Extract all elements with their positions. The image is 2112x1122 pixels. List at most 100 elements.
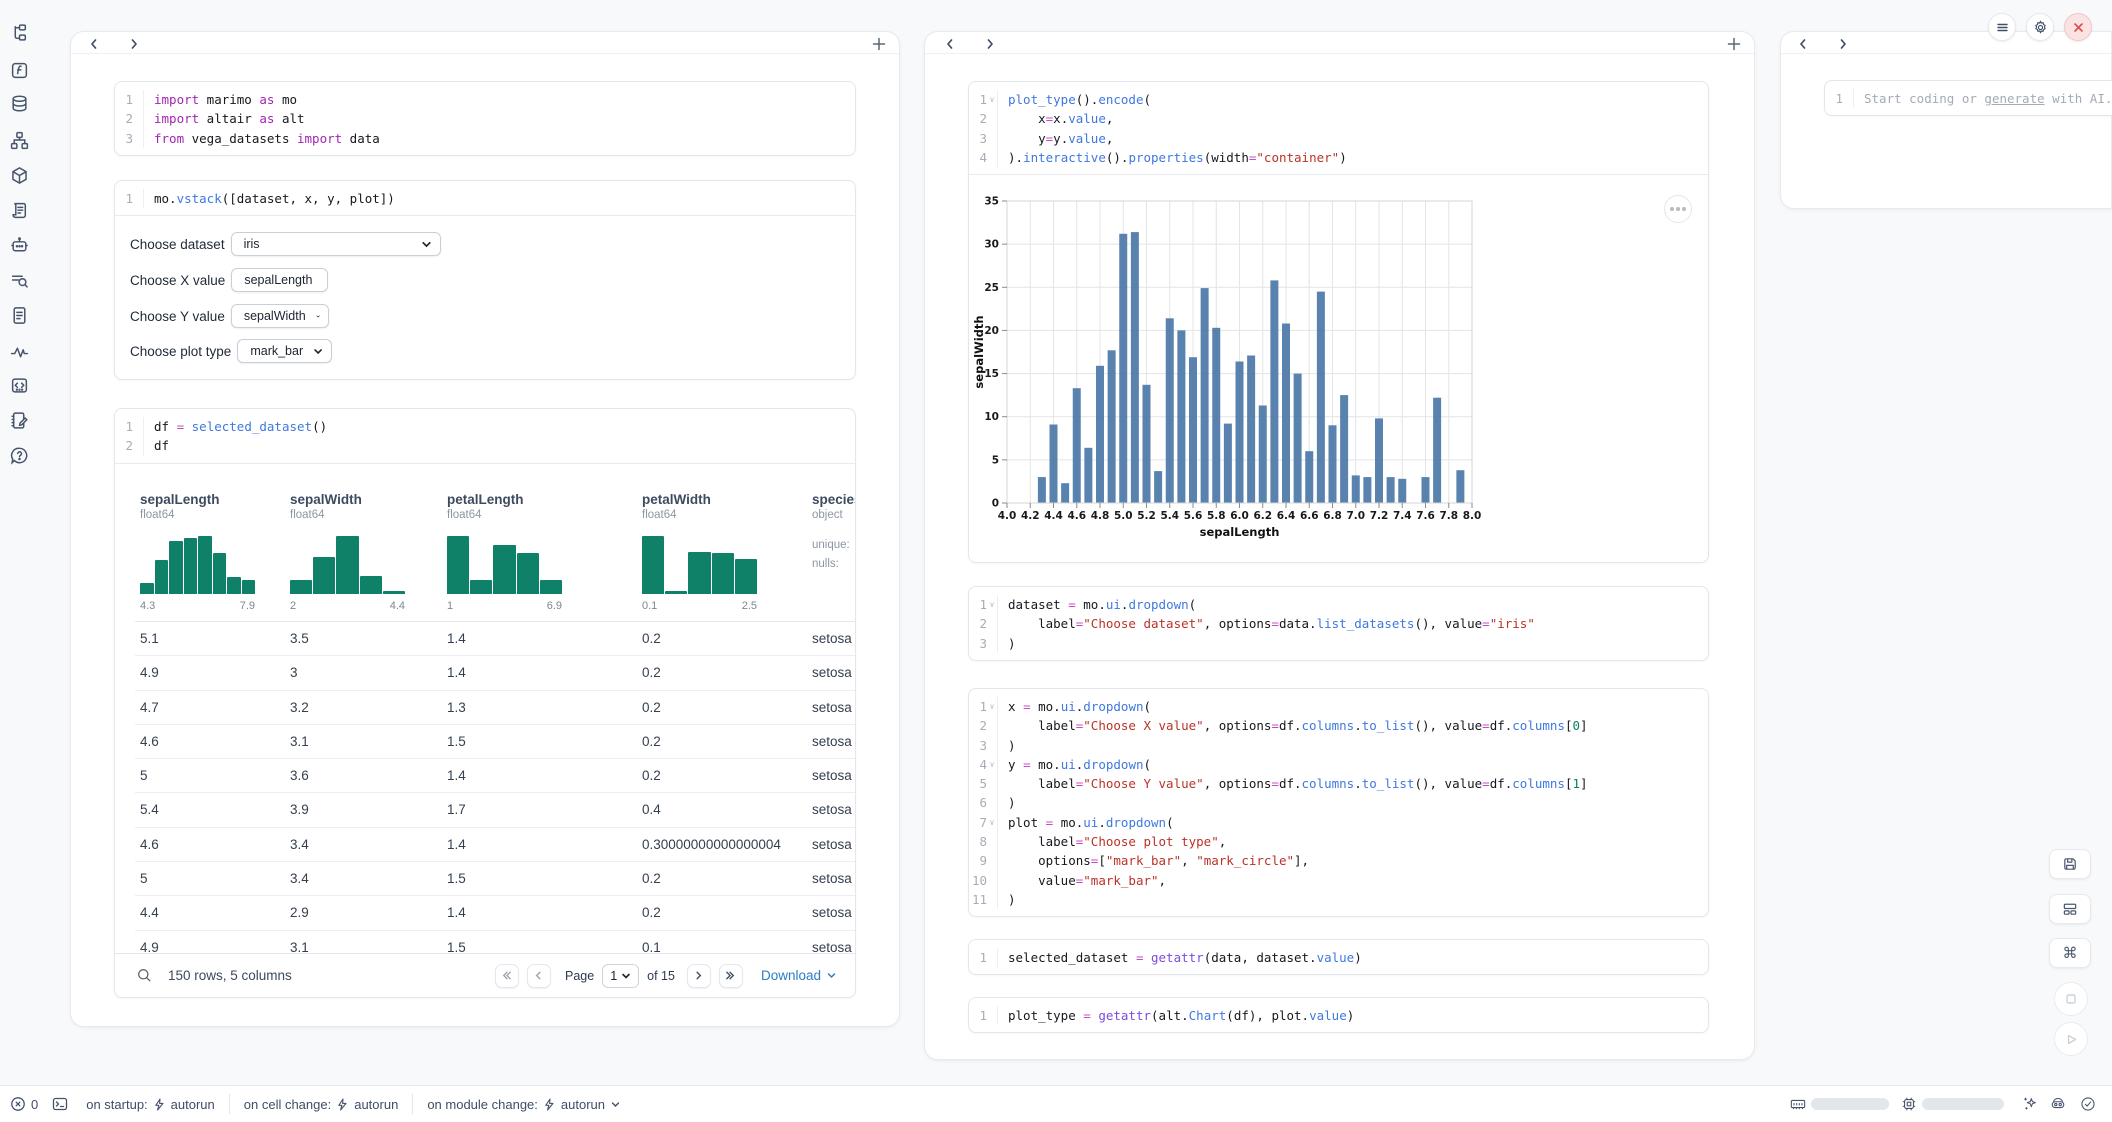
settings-button[interactable] <box>2026 13 2054 41</box>
chart-actions-button[interactable] <box>1664 195 1692 223</box>
column-header[interactable]: petalLengthfloat6416.9 <box>442 461 637 621</box>
table-row[interactable]: 5.43.91.70.4setosa <box>135 793 855 827</box>
prev-page-button[interactable] <box>527 964 551 988</box>
next-page-button[interactable] <box>687 964 711 988</box>
code-placeholder[interactable]: Start coding or generate with AI. <box>1854 89 2112 108</box>
memory-usage[interactable] <box>1790 1096 1889 1112</box>
code-cell-dataframe: 1df = selected_dataset()2df sepalLengthf… <box>114 408 856 998</box>
copilot-icon <box>2050 1096 2066 1112</box>
code-editor[interactable]: 1df = selected_dataset()2df <box>115 409 855 464</box>
keyboard-shortcuts-button[interactable]: ⌘ <box>2049 938 2091 968</box>
tracebacks-icon[interactable] <box>10 271 29 290</box>
dropdown-select[interactable]: sepalLength <box>231 268 328 292</box>
page-select[interactable]: 1 <box>602 964 639 988</box>
variables-icon[interactable] <box>10 343 29 362</box>
empty-code-cell[interactable]: 1 Start coding or generate with AI. <box>1824 80 2112 116</box>
column-header[interactable]: speciesobjectunique:nulls: <box>807 461 855 621</box>
dropdown-select[interactable]: sepalWidth <box>231 304 329 328</box>
table-row[interactable]: 4.93.11.50.1setosa <box>135 931 855 955</box>
code-line: 2 label="Choose dataset", options=data.l… <box>969 614 1708 633</box>
datasources-icon[interactable] <box>10 94 29 113</box>
save-button[interactable] <box>2049 849 2091 879</box>
code-cell-selected-dataset[interactable]: 1selected_dataset = getattr(data, datase… <box>968 939 1709 975</box>
snippets-icon[interactable] <box>10 376 29 395</box>
column-move-right-button[interactable] <box>1836 37 1850 51</box>
last-page-button[interactable] <box>719 964 743 988</box>
table-row[interactable]: 4.63.41.40.30000000000000004setosa <box>135 828 855 862</box>
table-row[interactable]: 5.13.51.40.2setosa <box>135 622 855 656</box>
layout-toggle-button[interactable] <box>2049 894 2091 924</box>
dependency-graph-icon[interactable] <box>10 131 29 150</box>
packages-icon[interactable] <box>10 166 29 185</box>
cpu-usage[interactable] <box>1901 1096 2004 1112</box>
column-move-left-button[interactable] <box>87 37 101 51</box>
help-icon[interactable] <box>10 446 29 465</box>
copilot-status-button[interactable] <box>2050 1096 2066 1112</box>
logs-icon[interactable] <box>10 201 29 220</box>
documentation-icon[interactable] <box>10 306 29 325</box>
chevron-down-icon <box>621 971 631 981</box>
table-row[interactable]: 53.61.40.2setosa <box>135 759 855 793</box>
column-header[interactable]: sepalWidthfloat6424.4 <box>285 461 442 621</box>
terminal-button[interactable] <box>52 1096 68 1112</box>
chevron-right-icon <box>1836 37 1850 51</box>
table-cell: setosa <box>807 656 855 689</box>
scratchpad-icon[interactable] <box>10 411 29 430</box>
dropdown-select[interactable]: mark_bar <box>237 339 332 363</box>
plus-icon <box>871 36 887 52</box>
table-row[interactable]: 4.931.40.2setosa <box>135 656 855 690</box>
dropdown-row: Choose X valuesepalLength <box>130 268 328 292</box>
run-button[interactable] <box>2054 1022 2088 1056</box>
table-row[interactable]: 4.42.91.40.2setosa <box>135 896 855 930</box>
dropdown-select[interactable]: iris <box>231 232 441 256</box>
search-icon[interactable] <box>137 968 152 983</box>
ai-assist-button[interactable] <box>2022 1096 2038 1112</box>
column-header[interactable]: sepalLengthfloat644.37.9 <box>135 461 285 621</box>
error-count-badge[interactable]: 0 <box>10 1096 38 1112</box>
lightning-icon <box>336 1098 349 1111</box>
add-column-button[interactable] <box>871 36 887 52</box>
svg-text:20: 20 <box>984 325 999 337</box>
on-module-change-setting[interactable]: on module change: autorun <box>427 1097 621 1112</box>
file-tree-icon[interactable] <box>10 23 29 42</box>
code-cell-dataset-dropdown[interactable]: 1∨dataset = mo.ui.dropdown(2 label="Choo… <box>968 586 1709 661</box>
code-cell-imports[interactable]: 1import marimo as mo2import altair as al… <box>114 81 856 156</box>
line-number: 2 <box>969 614 987 633</box>
column-move-left-button[interactable] <box>1796 37 1810 51</box>
layout-icon <box>2062 901 2078 917</box>
column-header[interactable]: petalWidthfloat640.12.5 <box>637 461 807 621</box>
chevrons-left-icon <box>501 970 512 981</box>
column-move-right-button[interactable] <box>983 37 997 51</box>
on-cell-change-setting[interactable]: on cell change: autorun <box>244 1097 399 1112</box>
code-cell-plot-type[interactable]: 1plot_type = getattr(alt.Chart(df), plot… <box>968 997 1709 1033</box>
generate-with-ai-link[interactable]: generate <box>1984 91 2044 106</box>
table-row[interactable]: 4.63.11.50.2setosa <box>135 725 855 759</box>
download-button[interactable]: Download <box>761 968 837 983</box>
table-cell: 4.9 <box>135 656 285 689</box>
table-row[interactable]: 4.73.21.30.2setosa <box>135 691 855 725</box>
code-editor[interactable]: 1mo.vstack([dataset, x, y, plot]) <box>115 181 855 216</box>
functions-icon[interactable] <box>10 61 29 80</box>
first-page-button[interactable] <box>495 964 519 988</box>
line-number: 3 <box>969 634 987 653</box>
menu-button[interactable] <box>1988 13 2016 41</box>
code-editor[interactable]: 1∨plot_type().encode(2 x=x.value,3 y=y.v… <box>969 82 1708 175</box>
svg-text:7.8: 7.8 <box>1439 510 1458 522</box>
line-number: 1 <box>969 948 987 967</box>
table-row[interactable]: 53.41.50.2setosa <box>135 862 855 896</box>
bar-chart[interactable]: 4.04.24.44.64.85.05.25.45.65.86.06.26.46… <box>969 179 1709 563</box>
add-column-button[interactable] <box>1726 36 1742 52</box>
lightning-icon <box>543 1098 556 1111</box>
ai-chat-icon[interactable] <box>10 236 29 255</box>
code-cell-xy-plot-dropdowns[interactable]: 1∨x = mo.ui.dropdown(2 label="Choose X v… <box>968 688 1709 917</box>
on-startup-setting[interactable]: on startup: autorun <box>86 1097 215 1112</box>
column-move-left-button[interactable] <box>943 37 957 51</box>
connection-status-button[interactable] <box>2080 1096 2096 1112</box>
stop-button[interactable] <box>2054 982 2088 1016</box>
table-cell: 0.1 <box>637 931 807 955</box>
fold-icon: ∨ <box>987 813 997 832</box>
table-cell: 3.2 <box>285 691 442 724</box>
close-button[interactable] <box>2064 13 2092 41</box>
svg-text:7.0: 7.0 <box>1346 510 1365 522</box>
column-move-right-button[interactable] <box>127 37 141 51</box>
